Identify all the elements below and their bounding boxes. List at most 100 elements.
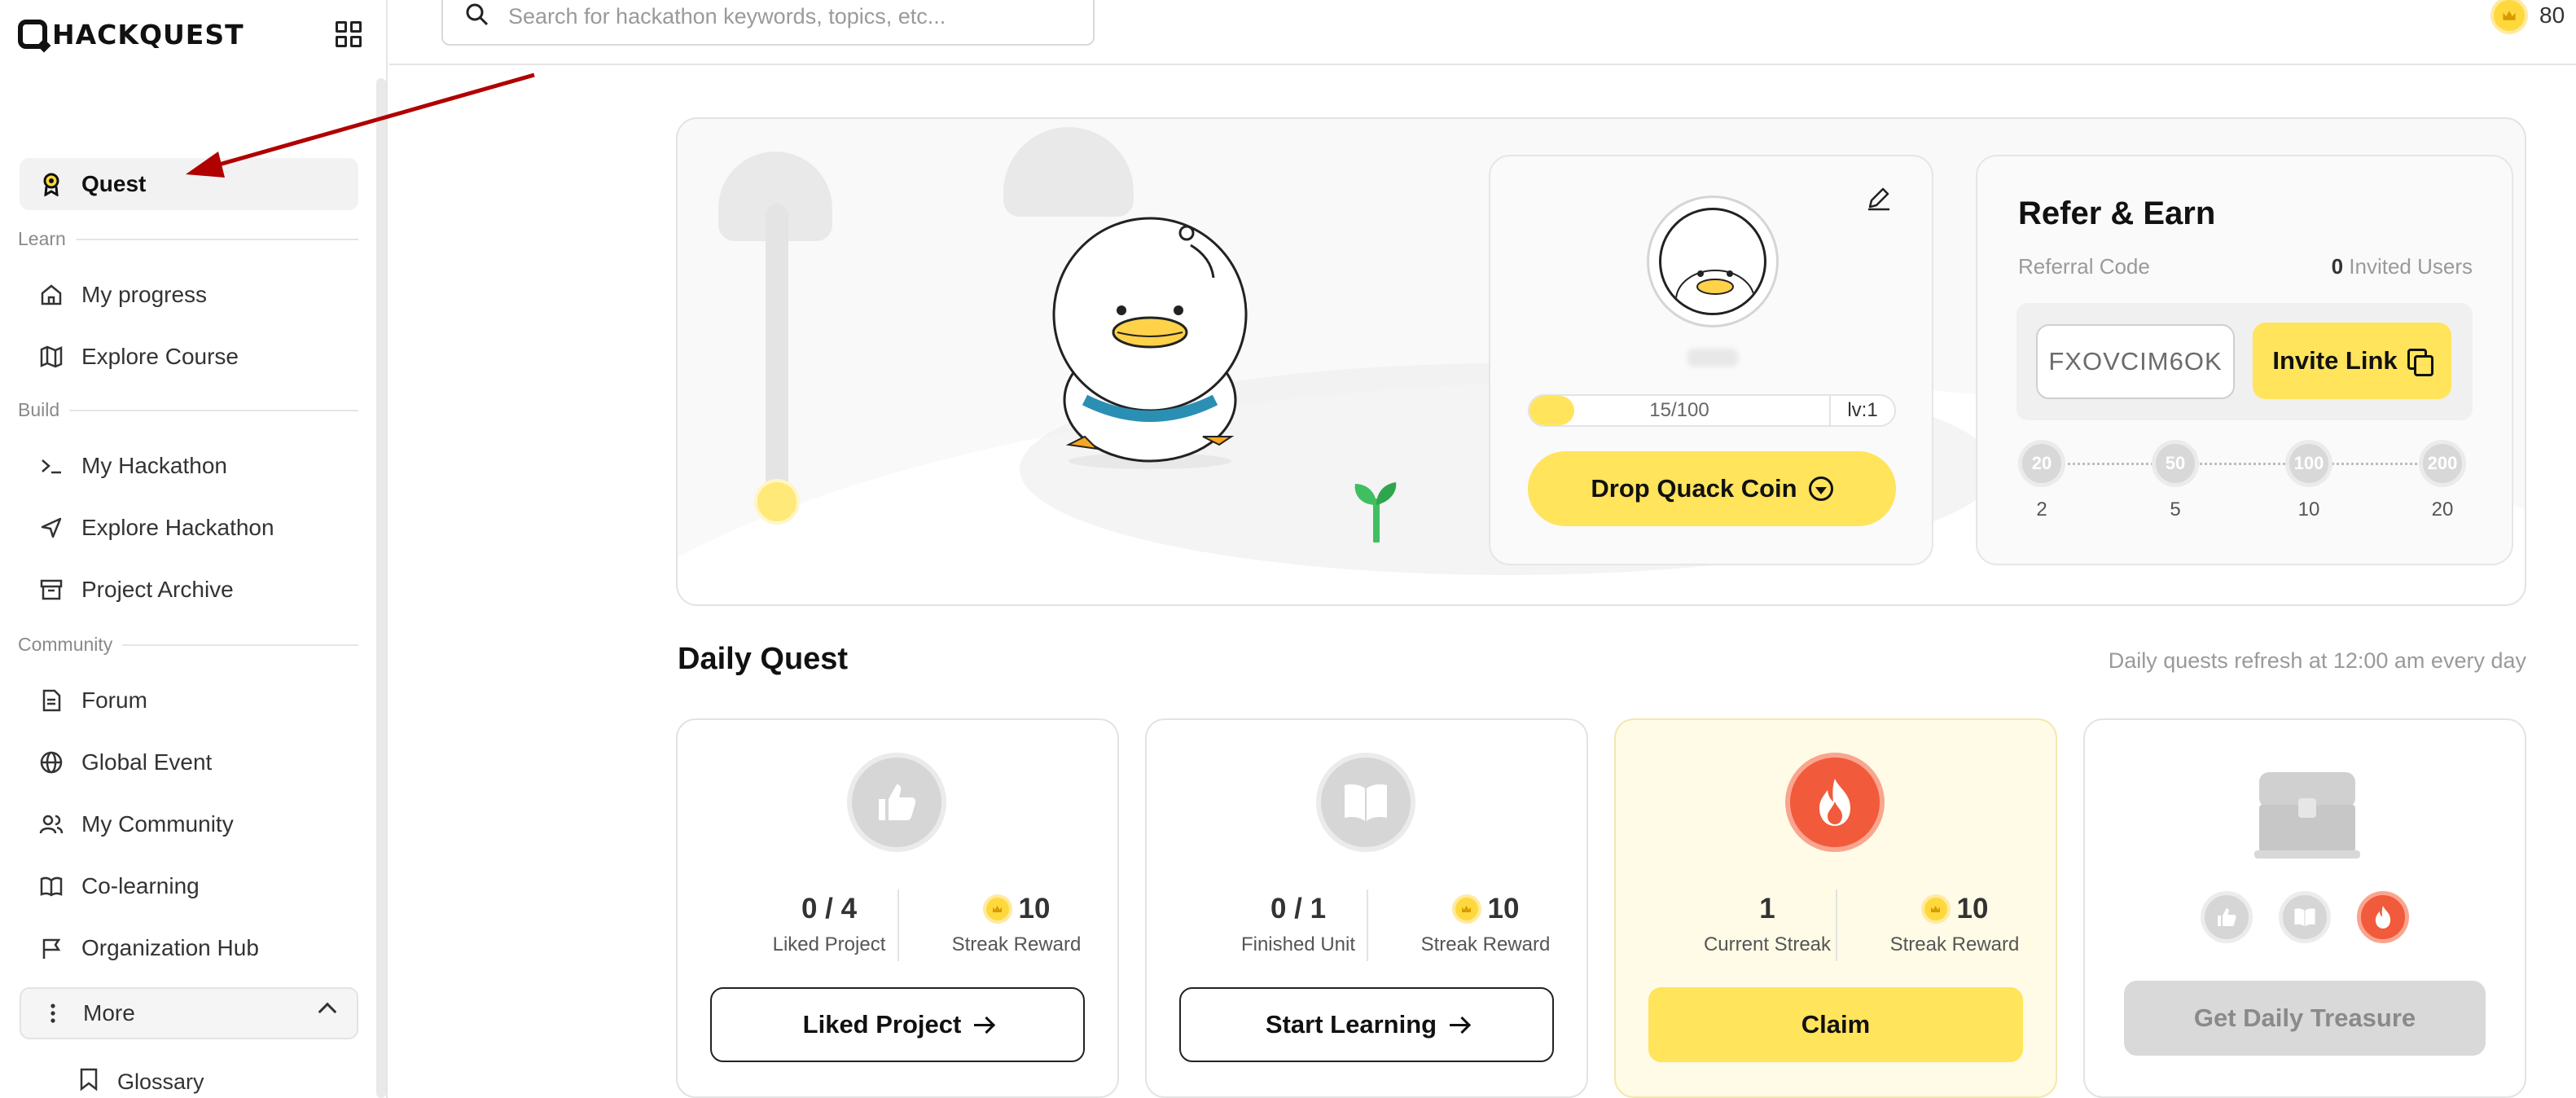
sidebar-item-label: Global Event xyxy=(81,749,213,775)
progress-fill xyxy=(1529,396,1575,425)
sidebar-section-learn: Learn xyxy=(18,228,358,250)
copy-icon xyxy=(2407,349,2433,376)
sidebar-item-explore-hackathon[interactable]: Explore Hackathon xyxy=(20,502,358,554)
sidebar-item-label: Explore Hackathon xyxy=(81,515,274,540)
drop-quack-coin-button[interactable]: Drop Quack Coin xyxy=(1528,451,1896,526)
search-placeholder: Search for hackathon keywords, topics, e… xyxy=(508,3,946,29)
progress-track: 15/100 xyxy=(1529,396,1829,425)
fire-icon xyxy=(2357,891,2409,943)
sidebar-item-label: Organization Hub xyxy=(81,935,259,960)
logo-text: HACKQUEST xyxy=(52,18,244,51)
daily-treasure-card: Get Daily Treasure xyxy=(2083,718,2526,1098)
start-learning-button[interactable]: Start Learning xyxy=(1179,987,1554,1062)
quack-coin-icon xyxy=(2490,0,2528,34)
medal-icon xyxy=(39,172,64,196)
sidebar-item-forum[interactable]: Forum xyxy=(20,674,358,727)
sidebar-item-label: More xyxy=(83,1000,135,1026)
arrow-right-icon xyxy=(974,1023,993,1026)
milestone-badge: 50 xyxy=(2152,440,2199,487)
milestone-badge: 20 xyxy=(2018,440,2065,487)
stat-finished-unit: 0 / 1 Finished Unit xyxy=(1240,893,1356,955)
button-label: Liked Project xyxy=(802,1010,962,1039)
duck-avatar-icon xyxy=(1659,208,1766,315)
progress-text: 15/100 xyxy=(1649,399,1709,421)
invite-link-label: Invite Link xyxy=(2272,346,2398,375)
sidebar-item-label: Co-learning xyxy=(81,873,200,898)
search-input[interactable]: Search for hackathon keywords, topics, e… xyxy=(441,0,1095,46)
apps-grid-icon[interactable] xyxy=(336,21,362,47)
liked-project-button[interactable]: Liked Project xyxy=(710,987,1085,1062)
daily-quest-card-like: 0 / 4 Liked Project 10 Streak Reward Liked… xyxy=(676,718,1119,1098)
referral-code-value[interactable]: FXOVCIM6OK xyxy=(2036,324,2235,399)
sidebar-item-label: My progress xyxy=(81,282,208,307)
stat-current-streak: 1 Current Streak xyxy=(1703,893,1832,955)
sidebar-section-build: Build xyxy=(18,399,358,421)
quack-coin-icon xyxy=(982,894,1012,924)
send-icon xyxy=(39,516,64,540)
arrow-right-icon xyxy=(1450,1023,1468,1026)
coin-balance[interactable]: 80 xyxy=(2490,0,2565,34)
claim-button[interactable]: Claim xyxy=(1648,987,2023,1062)
sidebar-item-quest[interactable]: Quest xyxy=(20,158,358,210)
users-icon xyxy=(39,812,64,837)
sidebar-item-explore-course[interactable]: Explore Course xyxy=(20,331,358,383)
home-icon xyxy=(39,283,64,307)
sidebar-scrollbar[interactable] xyxy=(376,78,386,1098)
stat-divider xyxy=(1367,889,1368,961)
sidebar-item-global-event[interactable]: Global Event xyxy=(20,736,358,788)
map-icon xyxy=(39,345,64,369)
sidebar-item-label: Forum xyxy=(81,687,147,713)
level-progress-bar: 15/100 lv:1 xyxy=(1528,394,1896,427)
profile-card: 15/100 lv:1 Drop Quack Coin xyxy=(1489,155,1933,565)
sidebar-item-glossary[interactable]: Glossary xyxy=(78,1067,204,1097)
daily-quest-card-streak: 1 Current Streak 10 Streak Reward Claim xyxy=(1614,718,2057,1098)
avatar[interactable] xyxy=(1647,195,1779,327)
bookmark-icon xyxy=(78,1067,99,1097)
refer-earn-card: Refer & Earn Referral Code 0 Invited Use… xyxy=(1976,155,2513,565)
get-daily-treasure-button[interactable]: Get Daily Treasure xyxy=(2124,981,2486,1056)
thumbs-up-icon xyxy=(2201,891,2253,943)
quack-coin-icon xyxy=(1920,894,1951,924)
level-label: lv:1 xyxy=(1829,396,1894,425)
sidebar-item-my-community[interactable]: My Community xyxy=(20,798,358,850)
coin-balance-value: 80 xyxy=(2539,2,2565,28)
stat-divider xyxy=(1836,889,1837,961)
sidebar-item-co-learning[interactable]: Co-learning xyxy=(20,860,358,912)
document-icon xyxy=(39,688,64,713)
sidebar-item-more[interactable]: More xyxy=(20,987,358,1039)
header-divider xyxy=(389,64,2576,65)
milestone-users: 10 xyxy=(2297,498,2320,520)
sidebar-item-label: Quest xyxy=(81,171,147,196)
open-book-icon xyxy=(1316,753,1415,852)
sidebar-item-organization-hub[interactable]: Organization Hub xyxy=(20,922,358,974)
hackquest-logo[interactable]: HACKQUEST xyxy=(18,18,244,51)
flag-icon xyxy=(39,936,64,960)
sidebar-item-label: My Hackathon xyxy=(81,453,227,478)
daily-quest-card-learn: 0 / 1 Finished Unit 10 Streak Reward Start… xyxy=(1145,718,1588,1098)
treasure-chest-icon xyxy=(2254,772,2360,859)
button-label: Start Learning xyxy=(1265,1010,1437,1039)
button-label: Get Daily Treasure xyxy=(2193,1004,2416,1032)
sidebar-section-community: Community xyxy=(18,634,358,656)
pole-duck-marker-icon xyxy=(754,479,800,525)
invited-users-label: Invited Users xyxy=(2349,254,2473,279)
sidebar-item-my-hackathon[interactable]: My Hackathon xyxy=(20,440,358,492)
stat-divider xyxy=(897,889,899,961)
sidebar-item-my-progress[interactable]: My progress xyxy=(20,269,358,321)
archive-icon xyxy=(39,578,64,602)
stat-streak-reward: 10 Streak Reward xyxy=(951,893,1082,955)
daily-quest-title: Daily Quest xyxy=(678,642,849,676)
button-label: Claim xyxy=(1801,1010,1871,1039)
progress-pole xyxy=(766,204,788,513)
drop-quack-coin-label: Drop Quack Coin xyxy=(1591,474,1797,503)
sidebar-item-label: Explore Course xyxy=(81,344,239,369)
sidebar-item-label: Glossary xyxy=(117,1069,204,1094)
stat-liked-project: 0 / 4 Liked Project xyxy=(772,893,886,955)
thumbs-up-icon xyxy=(847,753,946,852)
sprout-illustration xyxy=(1354,482,1397,542)
milestone-users: 2 xyxy=(2036,498,2047,520)
edit-pencil-icon[interactable] xyxy=(1865,184,1893,212)
sidebar-item-project-archive[interactable]: Project Archive xyxy=(20,564,358,616)
invite-link-button[interactable]: Invite Link xyxy=(2253,323,2451,399)
globe-icon xyxy=(39,750,64,775)
